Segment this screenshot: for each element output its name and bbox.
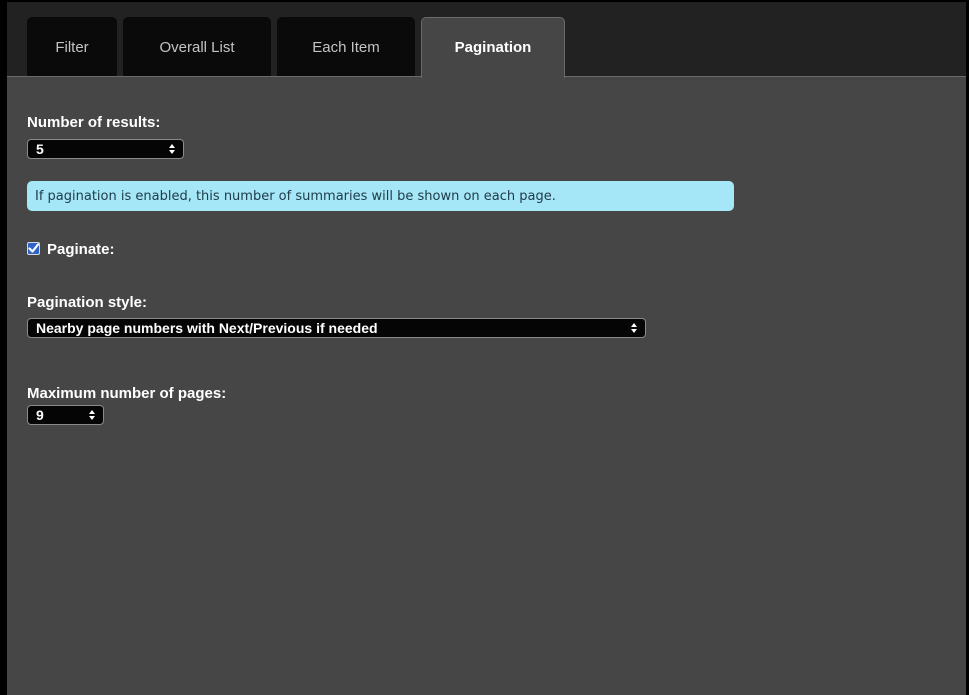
paginate-label: Paginate: <box>47 241 115 258</box>
paginate-checkbox[interactable] <box>27 242 40 255</box>
select-arrows-icon <box>631 323 637 333</box>
tab-bar: Filter Overall List Each Item Pagination <box>7 2 966 78</box>
num-results-help: If pagination is enabled, this number of… <box>27 181 734 211</box>
max-pages-label: Maximum number of pages: <box>27 385 227 402</box>
settings-panel: Filter Overall List Each Item Pagination… <box>0 0 969 695</box>
num-results-value: 5 <box>36 141 44 157</box>
pagination-settings: Number of results: 5 If pagination is en… <box>27 76 966 695</box>
select-arrows-icon <box>89 410 95 420</box>
pagination-style-value: Nearby page numbers with Next/Previous i… <box>36 320 378 336</box>
tab-pagination[interactable]: Pagination <box>421 17 565 78</box>
tab-each-item[interactable]: Each Item <box>277 17 415 76</box>
pagination-style-label: Pagination style: <box>27 294 148 311</box>
pagination-style-select[interactable]: Nearby page numbers with Next/Previous i… <box>27 318 646 338</box>
num-results-select[interactable]: 5 <box>27 139 184 159</box>
max-pages-select[interactable]: 9 <box>27 405 104 425</box>
max-pages-value: 9 <box>36 407 44 423</box>
select-arrows-icon <box>169 144 175 154</box>
num-results-label: Number of results: <box>27 114 161 131</box>
tab-overall-list[interactable]: Overall List <box>123 17 271 76</box>
checkmark-icon <box>28 243 40 253</box>
tab-filter[interactable]: Filter <box>27 17 117 76</box>
